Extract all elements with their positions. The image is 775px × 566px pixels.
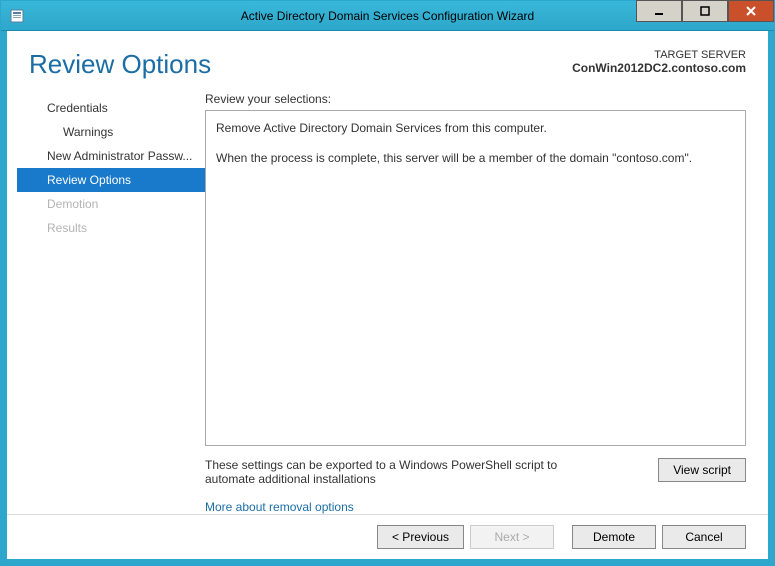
cancel-button[interactable]: Cancel bbox=[662, 525, 746, 549]
header-area: Review Options TARGET SERVER ConWin2012D… bbox=[7, 31, 768, 92]
export-description: These settings can be exported to a Wind… bbox=[205, 458, 605, 486]
sidebar: Credentials Warnings New Administrator P… bbox=[17, 92, 205, 514]
close-button[interactable] bbox=[728, 0, 774, 22]
review-selections-box[interactable]: Remove Active Directory Domain Services … bbox=[205, 110, 746, 446]
body-area: Credentials Warnings New Administrator P… bbox=[7, 92, 768, 514]
nav-button-group: < Previous Next > bbox=[377, 525, 554, 549]
more-about-removal-link[interactable]: More about removal options bbox=[205, 500, 746, 514]
demote-button[interactable]: Demote bbox=[572, 525, 656, 549]
main-pane: Review your selections: Remove Active Di… bbox=[205, 92, 746, 514]
footer: < Previous Next > Demote Cancel bbox=[7, 514, 768, 559]
minimize-button[interactable] bbox=[636, 0, 682, 22]
content-area: Review Options TARGET SERVER ConWin2012D… bbox=[1, 31, 774, 565]
sidebar-item-credentials[interactable]: Credentials bbox=[17, 96, 205, 120]
sidebar-item-review-options[interactable]: Review Options bbox=[17, 168, 205, 192]
window-controls bbox=[636, 1, 774, 30]
maximize-button[interactable] bbox=[682, 0, 728, 22]
titlebar: Active Directory Domain Services Configu… bbox=[1, 1, 774, 31]
review-line: Remove Active Directory Domain Services … bbox=[216, 119, 735, 137]
sidebar-item-warnings[interactable]: Warnings bbox=[17, 120, 205, 144]
sidebar-item-results: Results bbox=[17, 216, 205, 240]
sidebar-item-demotion: Demotion bbox=[17, 192, 205, 216]
page-title: Review Options bbox=[29, 49, 211, 80]
review-line: When the process is complete, this serve… bbox=[216, 149, 735, 167]
previous-button[interactable]: < Previous bbox=[377, 525, 464, 549]
export-row: These settings can be exported to a Wind… bbox=[205, 446, 746, 490]
target-server-block: TARGET SERVER ConWin2012DC2.contoso.com bbox=[572, 49, 746, 75]
app-icon bbox=[9, 8, 25, 24]
review-selections-label: Review your selections: bbox=[205, 92, 746, 106]
next-button: Next > bbox=[470, 525, 554, 549]
view-script-button[interactable]: View script bbox=[658, 458, 746, 482]
wizard-window: Active Directory Domain Services Configu… bbox=[0, 0, 775, 566]
target-server-value: ConWin2012DC2.contoso.com bbox=[572, 61, 746, 75]
target-server-label: TARGET SERVER bbox=[572, 49, 746, 61]
sidebar-item-new-admin-password[interactable]: New Administrator Passw... bbox=[17, 144, 205, 168]
